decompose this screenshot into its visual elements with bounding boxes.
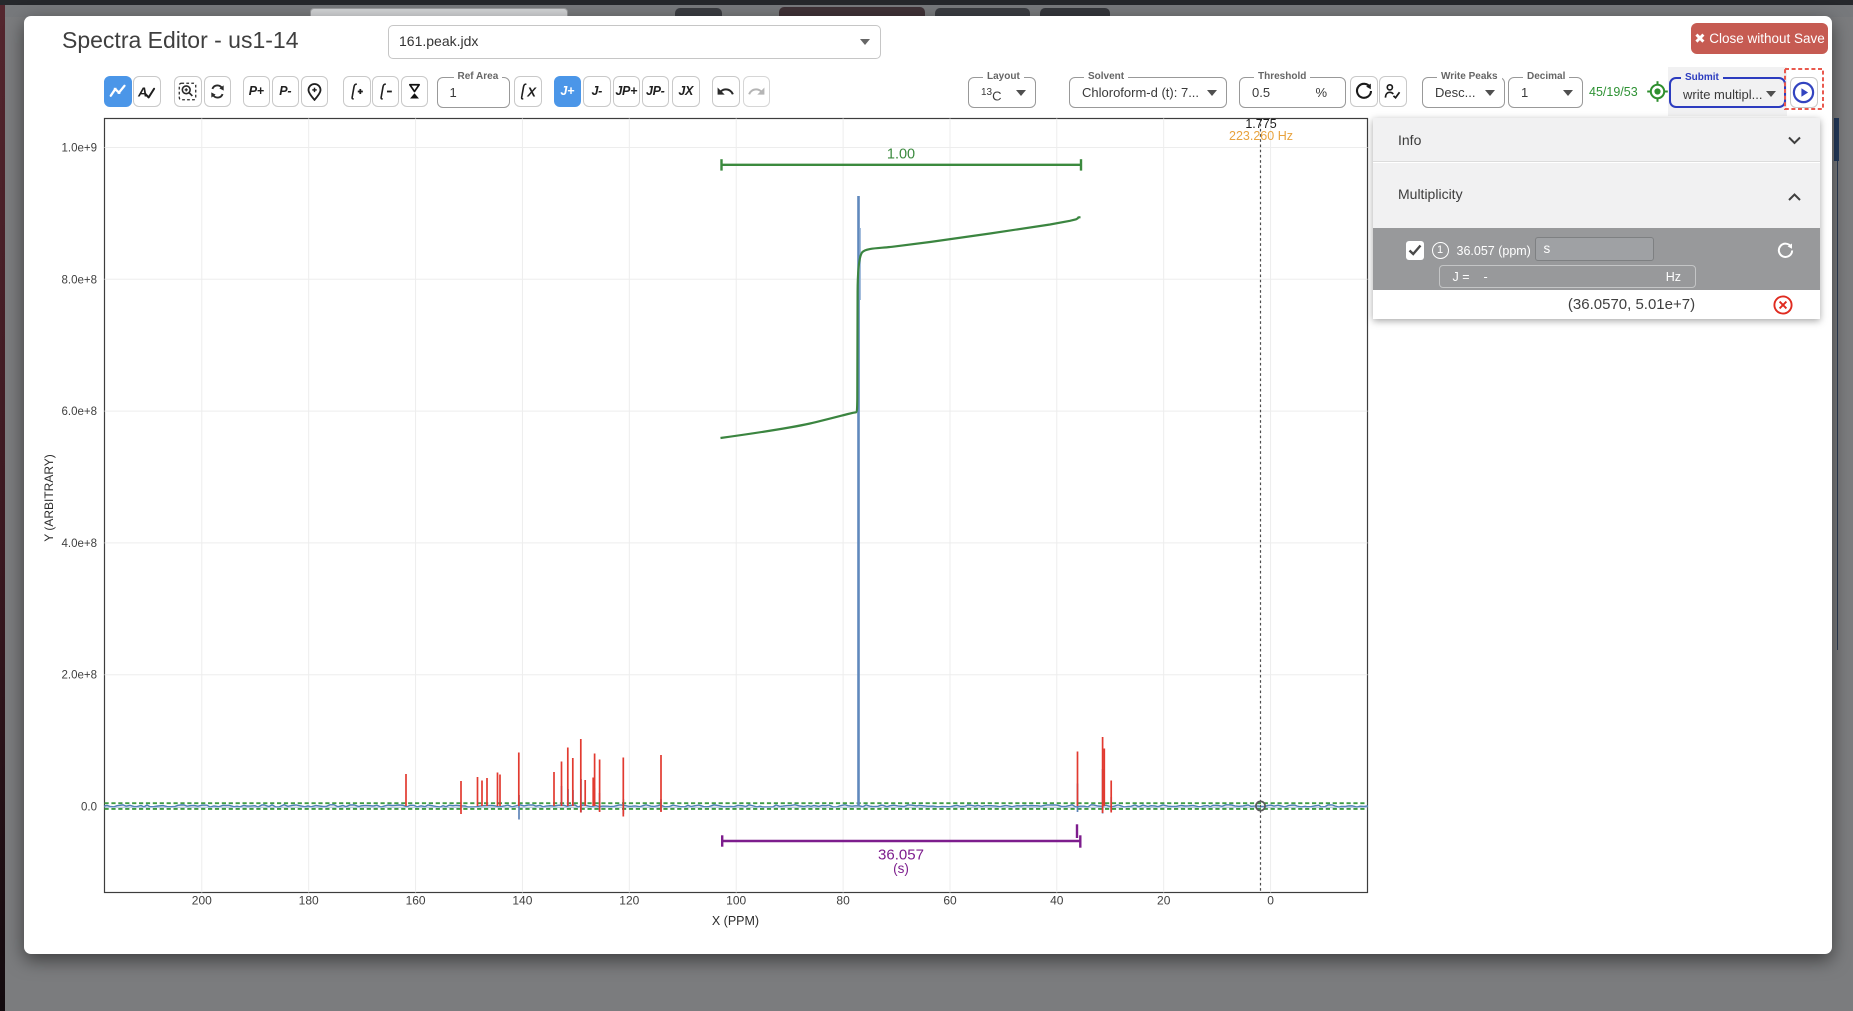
svg-text:8.0e+8: 8.0e+8: [62, 274, 98, 286]
svg-text:6.0e+8: 6.0e+8: [62, 406, 98, 418]
svg-text:60: 60: [943, 894, 957, 908]
svg-text:140: 140: [512, 894, 532, 908]
svg-text:2.0e+8: 2.0e+8: [62, 670, 98, 682]
svg-text:0: 0: [1267, 894, 1274, 908]
svg-text:120: 120: [619, 894, 639, 908]
svg-text:1.00: 1.00: [887, 147, 915, 163]
svg-text:200: 200: [192, 894, 212, 908]
svg-text:40: 40: [1050, 894, 1064, 908]
svg-text:20: 20: [1157, 894, 1171, 908]
svg-text:100: 100: [726, 894, 746, 908]
svg-text:80: 80: [836, 894, 850, 908]
svg-text:160: 160: [406, 894, 426, 908]
svg-text:4.0e+8: 4.0e+8: [62, 538, 98, 550]
svg-text:0.0: 0.0: [81, 802, 97, 814]
svg-text:1.0e+9: 1.0e+9: [62, 143, 98, 155]
svg-text:223.260 Hz: 223.260 Hz: [1229, 129, 1293, 143]
svg-text:(s): (s): [893, 861, 909, 876]
svg-text:Y (ARBITRARY): Y (ARBITRARY): [42, 454, 56, 542]
svg-text:180: 180: [299, 894, 319, 908]
svg-text:X (PPM): X (PPM): [712, 914, 759, 928]
